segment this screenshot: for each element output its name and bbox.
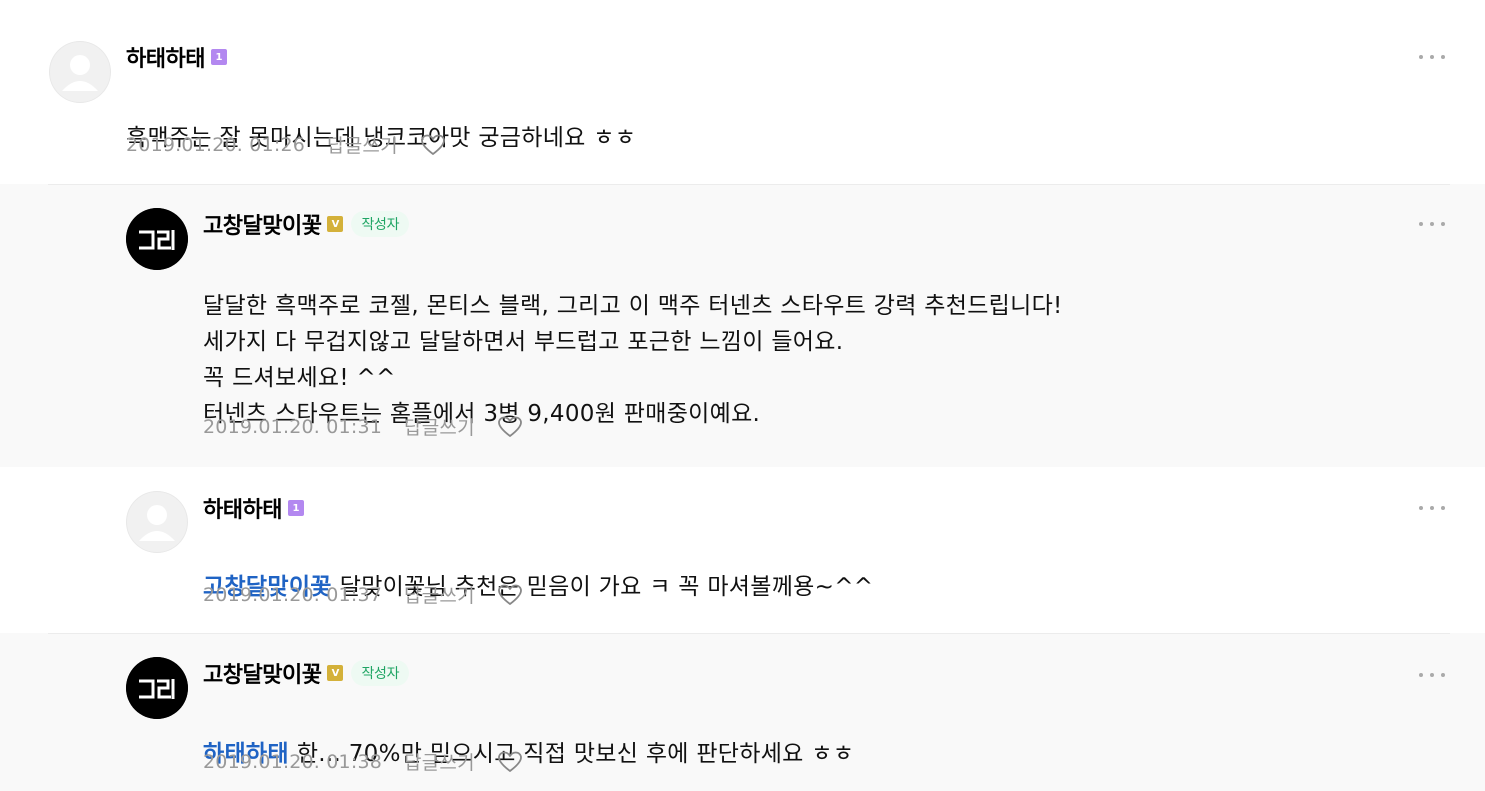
- level-badge: V: [327, 665, 344, 681]
- profile-avatar[interactable]: [126, 208, 188, 270]
- comment-meta: 2019.01.20. 01:38 답글쓰기: [203, 748, 523, 775]
- level-badge: 1: [210, 49, 227, 65]
- author-badge: 작성자: [351, 660, 410, 686]
- comment-date: 2019.01.20. 01:26: [126, 133, 306, 156]
- comment-item: 고창달맞이꽃 V 작성자 달달한 흑맥주로 코젤, 몬티스 블랙, 그리고 이 …: [0, 184, 1485, 467]
- profile-avatar[interactable]: [126, 657, 188, 719]
- comment-meta: 2019.01.20. 01:26 답글쓰기: [126, 131, 446, 158]
- more-options-icon[interactable]: [1419, 671, 1445, 679]
- nickname[interactable]: 하태하태: [126, 41, 205, 73]
- comment-meta: 2019.01.20. 01:31 답글쓰기: [203, 413, 523, 440]
- comment-item: 고창달맞이꽃 V 작성자 하태하태 한... 70%만 믿으시고 직접 맛보신 후…: [0, 633, 1485, 791]
- reply-button[interactable]: 답글쓰기: [404, 581, 475, 608]
- profile-avatar[interactable]: [126, 491, 188, 553]
- level-badge: 1: [287, 500, 304, 516]
- reply-button[interactable]: 답글쓰기: [404, 413, 475, 440]
- comment-header: 고창달맞이꽃 V 작성자: [203, 208, 410, 240]
- comment-text: 달달한 흑맥주로 코젤, 몬티스 블랙, 그리고 이 맥주 터넨츠 스타우트 강…: [203, 252, 1063, 432]
- comment-header: 고창달맞이꽃 V 작성자: [203, 657, 410, 689]
- heart-icon[interactable]: [497, 415, 523, 439]
- reply-button[interactable]: 답글쓰기: [404, 748, 475, 775]
- nickname[interactable]: 하태하태: [203, 492, 282, 524]
- comment-meta: 2019.01.20. 01:37 답글쓰기: [203, 581, 523, 608]
- heart-icon[interactable]: [497, 583, 523, 607]
- comment-date: 2019.01.20. 01:38: [203, 750, 383, 773]
- comment-date: 2019.01.20. 01:37: [203, 583, 383, 606]
- more-options-icon[interactable]: [1419, 504, 1445, 512]
- heart-icon[interactable]: [420, 133, 446, 157]
- comment-item: 하태하태 1 고창달맞이꽃 달맞이꽃님 추천은 믿음이 가요 ㅋ 꼭 마셔볼께용~…: [0, 467, 1485, 633]
- reply-button[interactable]: 답글쓰기: [327, 131, 398, 158]
- gochang-logo-icon: [126, 208, 188, 270]
- nickname[interactable]: 고창달맞이꽃: [203, 208, 322, 240]
- more-options-icon[interactable]: [1419, 53, 1445, 61]
- level-badge: V: [327, 216, 344, 232]
- comment-header: 하태하태 1: [126, 42, 227, 72]
- profile-avatar[interactable]: [49, 41, 111, 103]
- more-options-icon[interactable]: [1419, 220, 1445, 228]
- author-badge: 작성자: [351, 211, 410, 237]
- comment-item: 하태하태 1 흑맥주는 잘 못마시는데 냉코코아맛 궁금하네요 ㅎㅎ 2019.…: [0, 0, 1485, 184]
- comment-body: 달달한 흑맥주로 코젤, 몬티스 블랙, 그리고 이 맥주 터넨츠 스타우트 강…: [203, 293, 1063, 427]
- default-profile-icon: [49, 41, 111, 103]
- comment-date: 2019.01.20. 01:31: [203, 415, 383, 438]
- default-profile-icon: [126, 491, 188, 553]
- nickname[interactable]: 고창달맞이꽃: [203, 657, 322, 689]
- comment-header: 하태하태 1: [203, 493, 304, 523]
- gochang-logo-icon: [126, 657, 188, 719]
- heart-icon[interactable]: [497, 750, 523, 774]
